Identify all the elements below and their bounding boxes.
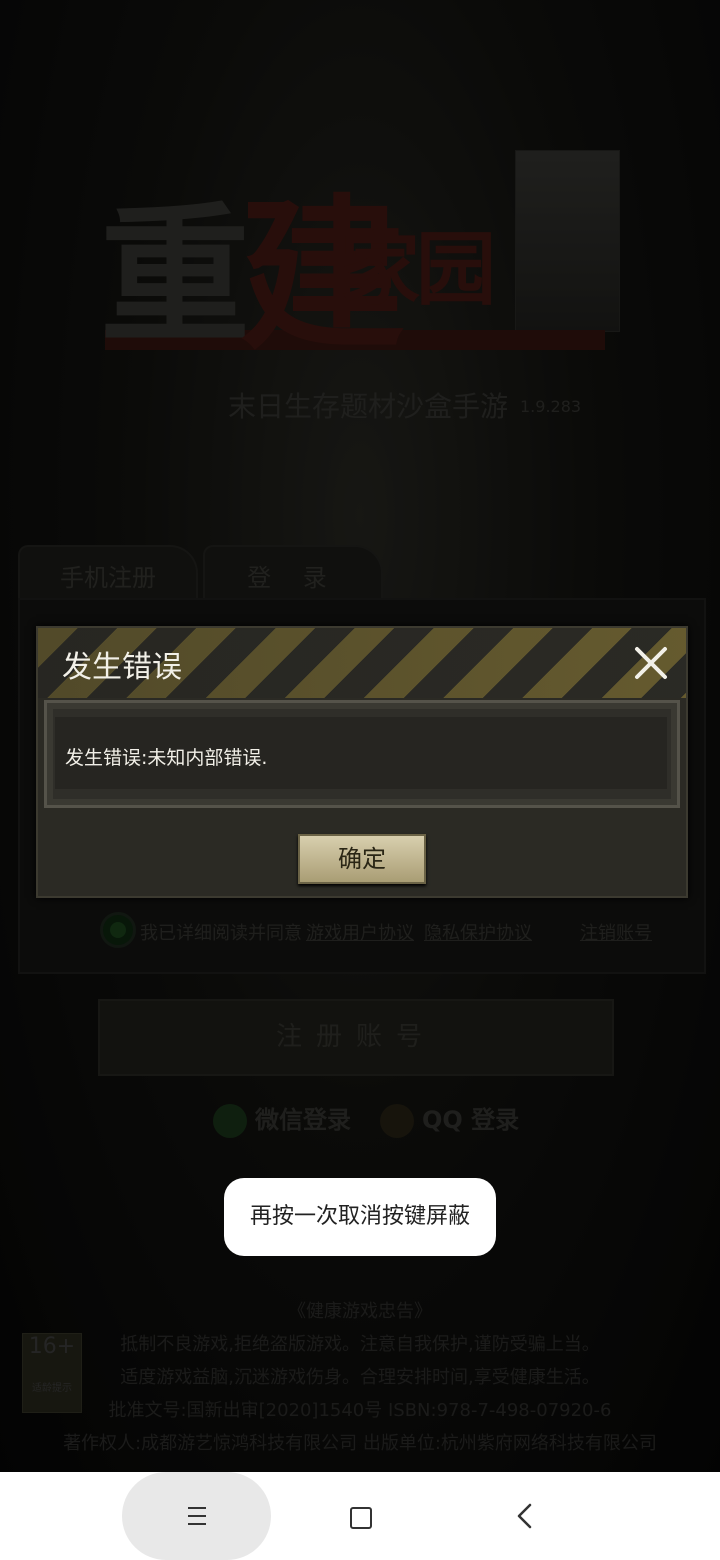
ok-button[interactable]: 确定 <box>298 834 426 884</box>
system-nav-bar <box>0 1472 720 1560</box>
dialog-message-box: 发生错误:未知内部错误. <box>44 700 680 808</box>
close-icon[interactable] <box>628 640 674 686</box>
nav-menu-button[interactable] <box>122 1472 271 1560</box>
error-dialog: 发生错误 发生错误:未知内部错误. 确定 <box>36 626 688 898</box>
toast-message: 再按一次取消按键屏蔽 <box>224 1178 496 1256</box>
home-icon[interactable] <box>350 1507 372 1529</box>
dialog-title: 发生错误 <box>62 650 182 685</box>
dialog-message: 发生错误:未知内部错误. <box>65 747 268 769</box>
menu-icon <box>188 1507 206 1525</box>
back-icon[interactable] <box>513 1502 537 1530</box>
